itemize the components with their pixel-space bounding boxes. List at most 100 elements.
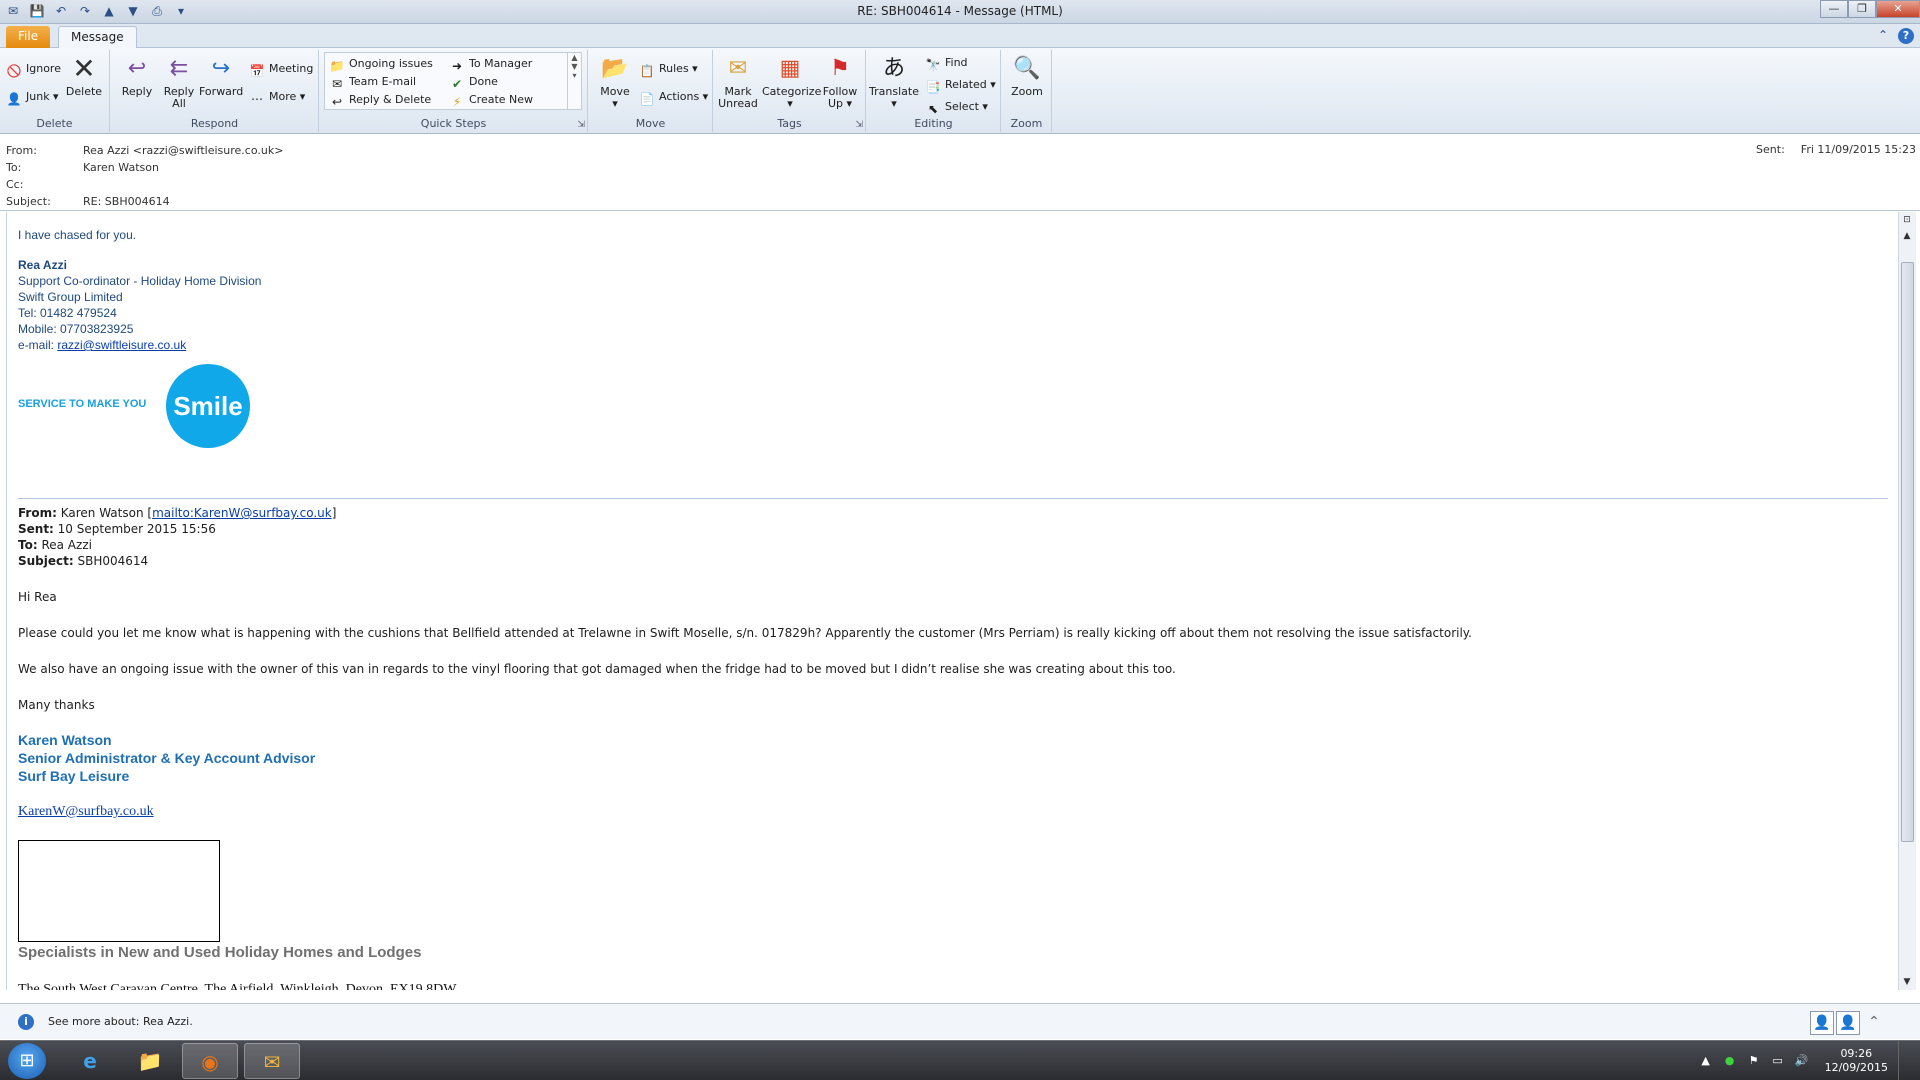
flag-tray-icon[interactable]: ⚑ (1747, 1054, 1761, 1068)
sig1-email-link[interactable]: razzi@swiftleisure.co.uk (57, 338, 186, 352)
from-row: From: Rea Azzi <razzi@swiftleisure.co.uk> (6, 144, 284, 157)
expand-people-pane-icon[interactable]: ⌃ (1862, 1011, 1886, 1035)
sent-value: Fri 11/09/2015 15:23 (1800, 143, 1916, 156)
from-value[interactable]: Rea Azzi <razzi@swiftleisure.co.uk> (83, 144, 283, 157)
tab-message[interactable]: Message (58, 26, 137, 48)
outlook-taskbar-icon[interactable]: ✉ (244, 1043, 300, 1079)
zoom-button[interactable]: 🔍 Zoom (1005, 54, 1049, 98)
quoted-mailto-link[interactable]: mailto:KarenW@surfbay.co.uk (152, 506, 332, 520)
to-value[interactable]: Karen Watson (83, 161, 159, 174)
find-button[interactable]: 🔭 Find (925, 54, 968, 72)
move-button[interactable]: 📂 Move ▾ (593, 54, 637, 110)
reply-button[interactable]: ↩ Reply (115, 54, 159, 98)
zoom-group: 🔍 Zoom Zoom (1002, 50, 1052, 132)
more-respond-button[interactable]: ⋯ More ▾ (249, 88, 305, 106)
quick-step-done[interactable]: ✔ Done (449, 73, 498, 91)
intro-text: I have chased for you. (18, 228, 137, 242)
show-desktop-button[interactable] (1898, 1041, 1910, 1080)
magnifier-icon: 🔍 (1013, 56, 1041, 81)
checkmark-icon: ✔ (451, 77, 463, 91)
taskbar: ⊞ e 📁 ◉ ✉ ▲ ● ⚑ ▭ 🔊 09:26 12/09/2015 (0, 1040, 1920, 1080)
person-avatar-icon[interactable]: 👤 (1810, 1011, 1834, 1035)
move-group: 📂 Move ▾ 📋 Rules ▾ 📄 Actions ▾ Move (589, 50, 713, 132)
subject-value: RE: SBH004614 (83, 195, 170, 208)
folder-move-icon: 📁 (329, 59, 345, 73)
meeting-button[interactable]: 📅 Meeting (249, 60, 314, 78)
binoculars-icon: 🔭 (925, 58, 941, 72)
move-folder-icon: 📂 (601, 56, 629, 81)
person-avatar-icon[interactable]: 👤 (1836, 1011, 1860, 1035)
vertical-scrollbar[interactable]: ⊡ ▲ ▼ (1898, 212, 1916, 990)
people-pane: i See more about: Rea Azzi. 👤 👤 ⌃ (0, 1003, 1920, 1039)
select-button[interactable]: ⬉ Select ▾ (925, 98, 988, 116)
show-hidden-icons-icon[interactable]: ▲ (1699, 1054, 1713, 1068)
reply-icon: ↩ (127, 56, 147, 81)
reply-all-button[interactable]: ⇇ Reply All (157, 54, 201, 110)
status-green-icon[interactable]: ● (1723, 1054, 1737, 1068)
scroll-down-arrow-icon[interactable]: ▼ (1899, 974, 1915, 990)
mark-unread-button[interactable]: ✉ Mark Unread (716, 54, 760, 110)
start-button[interactable]: ⊞ (8, 1043, 46, 1079)
help-icon[interactable]: ? (1898, 28, 1914, 44)
tab-file[interactable]: File (6, 26, 50, 48)
forward-icon: ↪ (211, 56, 231, 81)
reply-delete-icon: ↩ (331, 95, 343, 109)
to-manager-icon: ➜ (451, 59, 463, 73)
system-tray: ▲ ● ⚑ ▭ 🔊 09:26 12/09/2015 (1699, 1041, 1920, 1080)
junk-button[interactable]: 👤 Junk ▾ (6, 88, 59, 106)
sig2-email-link[interactable]: KarenW@surfbay.co.uk (18, 804, 154, 820)
volume-icon[interactable]: 🔊 (1795, 1054, 1809, 1068)
delete-button[interactable]: ✕ Delete (62, 54, 106, 98)
smile-circle: Smile (166, 364, 250, 448)
sig1-email-row: e-mail: razzi@swiftleisure.co.uk (18, 338, 187, 352)
junk-icon: 👤 (6, 92, 22, 106)
sig1-tel: Tel: 01482 479524 (18, 306, 117, 320)
related-button[interactable]: 📑 Related ▾ (925, 76, 996, 94)
forward-button[interactable]: ↪ Forward (199, 54, 243, 98)
message-body[interactable]: I have chased for you. Rea Azzi Support … (6, 212, 1896, 990)
tags-group: ✉ Mark Unread ▦ Categorize ▾ ⚑ Follow Up ▾ ⇲ T… (714, 50, 866, 132)
categorize-button[interactable]: ▦ Categorize ▾ (762, 54, 821, 110)
see-more-about[interactable]: See more about: Rea Azzi. (48, 1015, 193, 1028)
scroll-up-arrow-icon[interactable]: ▲ (1899, 228, 1915, 244)
respond-group: ↩ Reply ⇇ Reply All ↪ Forward 📅 Meeting ⋯ More… (111, 50, 319, 132)
ribbon: 🚫 Ignore 👤 Junk ▾ ✕ Delete Delete ↩ Reply ⇇ R… (0, 48, 1920, 134)
window-title: RE: SBH004614 - Message (HTML) (857, 4, 1063, 18)
quick-step-create-new[interactable]: ⚡ Create New (449, 91, 533, 109)
quick-step-team-email[interactable]: ✉ Team E-mail (329, 73, 416, 91)
quick-steps-group-label: Quick Steps (420, 117, 487, 130)
thanks: Many thanks (18, 698, 95, 712)
cursor-icon: ⬉ (927, 102, 939, 116)
clock[interactable]: 09:26 12/09/2015 (1825, 1047, 1888, 1075)
minimize-button[interactable]: — (1820, 0, 1848, 18)
to-row: To: Karen Watson (6, 161, 159, 174)
greeting: Hi Rea (18, 590, 57, 604)
actions-button[interactable]: 📄 Actions ▾ (639, 88, 709, 106)
rules-button[interactable]: 📋 Rules ▾ (639, 60, 698, 78)
network-icon[interactable]: ▭ (1771, 1054, 1785, 1068)
zoom-toggle-icon[interactable]: ⊡ (1899, 212, 1915, 228)
quick-step-to-manager[interactable]: ➜ To Manager (449, 55, 532, 73)
calendar-icon: 📅 (249, 64, 265, 78)
firefox-icon[interactable]: ◉ (182, 1043, 238, 1079)
title-bar: ✉ 💾 ↶ ↷ ▲ ▼ ⎙ ▾ RE: SBH004614 - Message … (0, 0, 1920, 24)
quick-steps-scroll[interactable]: ▲ ▼ ▾ (567, 53, 581, 109)
quick-steps-group: 📁 Ongoing issues ✉ Team E-mail ↩ Reply & De… (320, 50, 588, 132)
quick-step-reply-delete[interactable]: ↩ Reply & Delete (329, 91, 431, 109)
ignore-button[interactable]: 🚫 Ignore (6, 60, 61, 78)
editing-group-label: Editing (914, 117, 953, 130)
file-explorer-icon[interactable]: 📁 (122, 1043, 178, 1079)
sent-row: Sent: Fri 11/09/2015 15:23 (1756, 143, 1916, 156)
close-button[interactable]: ✕ (1876, 0, 1920, 18)
translate-button[interactable]: あ Translate ▾ (869, 54, 919, 110)
follow-up-button[interactable]: ⚑ Follow Up ▾ (818, 54, 862, 110)
more-icon: ⋯ (251, 92, 263, 106)
scrollbar-thumb[interactable] (1901, 262, 1914, 842)
quick-step-ongoing-issues[interactable]: 📁 Ongoing issues (329, 55, 433, 73)
internet-explorer-icon[interactable]: e (62, 1043, 118, 1079)
translate-icon: あ (882, 56, 905, 81)
smile-logo: SERVICE TO MAKE YOU Smile (18, 364, 250, 448)
sig2-title: Senior Administrator & Key Account Advis… (18, 750, 316, 766)
maximize-button[interactable]: ❐ (1848, 0, 1876, 18)
minimize-ribbon-icon[interactable]: ⌃ (1878, 28, 1888, 44)
